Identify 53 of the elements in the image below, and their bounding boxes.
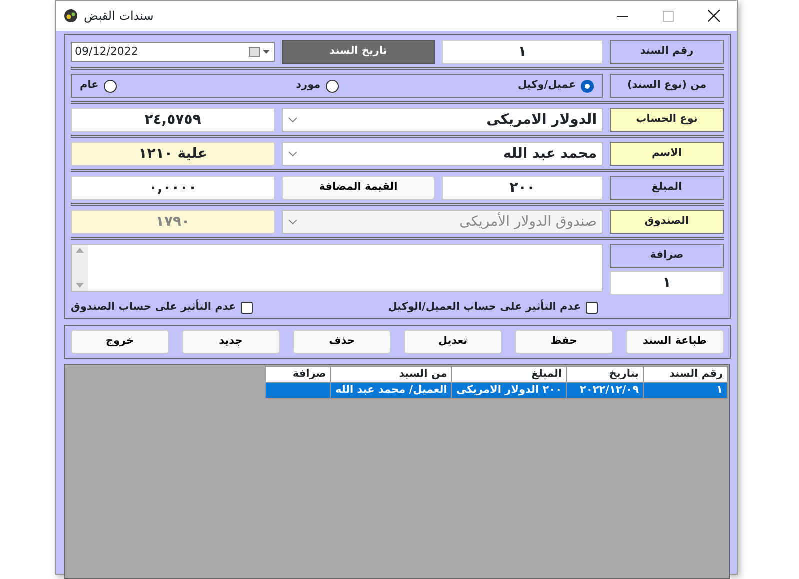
field-label: الصندوق <box>610 210 724 234</box>
action-button[interactable]: طباعة السند <box>626 330 724 354</box>
dropdown: صندوق الدولار الأمريكى <box>282 210 603 234</box>
dropdown[interactable]: محمد عبد الله <box>282 142 603 166</box>
input-field[interactable]: ٠,٠٠٠٠ <box>71 176 275 200</box>
action-button[interactable]: تعديل <box>404 330 502 354</box>
field-label: الاسم <box>610 142 724 166</box>
radio-button[interactable] <box>581 80 594 92</box>
column-header: بتاريخ <box>566 366 644 382</box>
action-button[interactable]: حذف <box>293 330 391 354</box>
vat-button[interactable]: القيمة المضافة <box>282 176 435 200</box>
table-cell: العميل/ محمد عبد الله <box>330 382 452 398</box>
checkbox-label: عدم التأثير على حساب العميل/الوكيل <box>388 300 581 315</box>
balance-field: ١٧٩٠ <box>71 210 275 234</box>
close-icon[interactable] <box>708 10 720 22</box>
column-header: المبلغ <box>452 366 566 382</box>
field-label: من (نوع السند) <box>610 74 724 98</box>
column-header: رقم السند <box>644 366 728 382</box>
table-row[interactable]: ١ ٢٠٢٢/١٢/٠٩ ٢٠٠ الدولار الامريكى العميل/ محمد عبد الله <box>266 382 728 398</box>
table-cell: ١ <box>644 382 728 398</box>
balance-field: علية ١٢١٠ <box>71 142 275 166</box>
field-label: صرافة <box>610 244 724 268</box>
checkbox-label: عدم التأثير على حساب الصندوق <box>71 300 236 315</box>
column-header: صرافة <box>266 366 331 382</box>
radio-label: عام <box>80 78 99 94</box>
window-title: سندات القبض <box>84 8 154 25</box>
radio-label: عميل/وكيل <box>518 78 576 94</box>
table-cell: ٢٠٠ الدولار الامريكى <box>452 382 566 398</box>
input-field[interactable]: ١ <box>442 40 603 64</box>
checkbox[interactable] <box>241 302 254 314</box>
table-cell: ٢٠٢٢/١٢/٠٩ <box>566 382 644 398</box>
action-button[interactable]: حفظ <box>515 330 613 354</box>
chevron-icon <box>288 117 298 123</box>
chevron-icon <box>288 219 298 225</box>
calendar-dropdown-icon[interactable] <box>249 47 271 57</box>
action-button[interactable]: خروج <box>71 330 169 354</box>
field-label: المبلغ <box>610 176 724 200</box>
chevron-icon <box>288 151 298 157</box>
date-button[interactable]: تاريخ السند <box>282 40 435 64</box>
radio-button[interactable] <box>104 80 117 92</box>
date-field[interactable]: 09/12/2022 <box>71 42 275 62</box>
input-field[interactable]: ٢٠٠ <box>442 176 603 200</box>
radio-button[interactable] <box>326 80 339 92</box>
dropdown[interactable]: الدولار الامريكى <box>282 108 603 132</box>
field-label: نوع الحساب <box>610 108 724 132</box>
action-button[interactable]: جديد <box>182 330 280 354</box>
radio-label: مورد <box>296 78 321 94</box>
column-header: من السيد <box>330 366 452 382</box>
checkbox[interactable] <box>586 302 598 314</box>
field-label: رقم السند <box>610 40 724 64</box>
app-icon <box>64 9 78 23</box>
rate-field: ٢٤,٥٧٥٩ <box>71 108 275 132</box>
input-field[interactable]: ١ <box>610 271 724 295</box>
